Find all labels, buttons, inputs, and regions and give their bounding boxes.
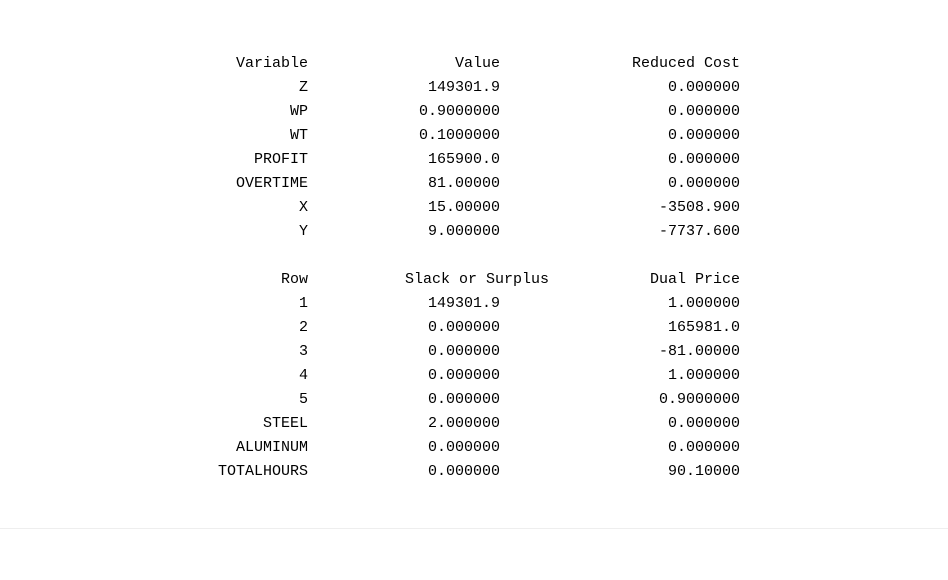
table-row: OVERTIME 81.00000 0.000000 [0,172,948,196]
table-row: STEEL 2.000000 0.000000 [0,412,948,436]
slack-or-surplus: 0.000000 [427,319,500,336]
table-row: WT 0.1000000 0.000000 [0,124,948,148]
dual-price: 1.000000 [667,295,740,312]
variable-value: 165900.0 [427,151,500,168]
table-row: TOTALHOURS 0.000000 90.10000 [0,460,948,484]
dual-price: 1.000000 [667,367,740,384]
row-name: 1 [298,295,308,312]
row-name: 5 [298,391,308,408]
reduced-cost: 0.000000 [667,103,740,120]
row-name: TOTALHOURS [217,463,308,480]
table-row: 2 0.000000 165981.0 [0,316,948,340]
variable-value: 149301.9 [427,79,500,96]
slack-or-surplus: 149301.9 [427,295,500,312]
value-column-header: Value [454,55,500,72]
table-row: Y 9.000000 -7737.600 [0,220,948,244]
reduced-cost: -7737.600 [658,223,740,240]
slack-or-surplus: 0.000000 [427,391,500,408]
variable-name: Z [298,79,308,96]
reduced-cost: -3508.900 [658,199,740,216]
slack-or-surplus-column-header: Slack or Surplus [404,271,549,288]
variable-name: WP [289,103,308,120]
slack-or-surplus: 0.000000 [427,367,500,384]
slack-or-surplus: 2.000000 [427,415,500,432]
variable-name: X [298,199,308,216]
table-row: Z 149301.9 0.000000 [0,76,948,100]
row-name: 4 [298,367,308,384]
bottom-divider [0,528,948,529]
table-row: ALUMINUM 0.000000 0.000000 [0,436,948,460]
variable-column-header: Variable [235,55,308,72]
row-name: 3 [298,343,308,360]
row-name: STEEL [262,415,308,432]
solution-report: Variable Value Reduced Cost Z 149301.9 0… [0,52,948,484]
table-row: 5 0.000000 0.9000000 [0,388,948,412]
slack-or-surplus: 0.000000 [427,343,500,360]
dual-price: 165981.0 [667,319,740,336]
variable-value: 81.00000 [427,175,500,192]
variable-name: OVERTIME [235,175,308,192]
variable-name: Y [298,223,308,240]
variable-value: 0.9000000 [418,103,500,120]
dual-price: 90.10000 [667,463,740,480]
table-row: 1 149301.9 1.000000 [0,292,948,316]
variable-value: 0.1000000 [418,127,500,144]
variables-header-row: Variable Value Reduced Cost [0,52,948,76]
dual-price-column-header: Dual Price [649,271,740,288]
slack-or-surplus: 0.000000 [427,439,500,456]
table-row: WP 0.9000000 0.000000 [0,100,948,124]
slack-or-surplus: 0.000000 [427,463,500,480]
reduced-cost-column-header: Reduced Cost [631,55,740,72]
row-name: 2 [298,319,308,336]
table-row: X 15.00000 -3508.900 [0,196,948,220]
table-row: 4 0.000000 1.000000 [0,364,948,388]
dual-price: 0.000000 [667,439,740,456]
dual-price: 0.000000 [667,415,740,432]
dual-price: -81.00000 [658,343,740,360]
reduced-cost: 0.000000 [667,151,740,168]
constraints-header-row: Row Slack or Surplus Dual Price [0,268,948,292]
variable-value: 15.00000 [427,199,500,216]
table-row: 3 0.000000 -81.00000 [0,340,948,364]
variable-name: WT [289,127,308,144]
row-column-header: Row [280,271,308,288]
reduced-cost: 0.000000 [667,127,740,144]
variable-name: PROFIT [253,151,308,168]
reduced-cost: 0.000000 [667,79,740,96]
row-name: ALUMINUM [235,439,308,456]
variable-value: 9.000000 [427,223,500,240]
table-row: PROFIT 165900.0 0.000000 [0,148,948,172]
reduced-cost: 0.000000 [667,175,740,192]
dual-price: 0.9000000 [658,391,740,408]
